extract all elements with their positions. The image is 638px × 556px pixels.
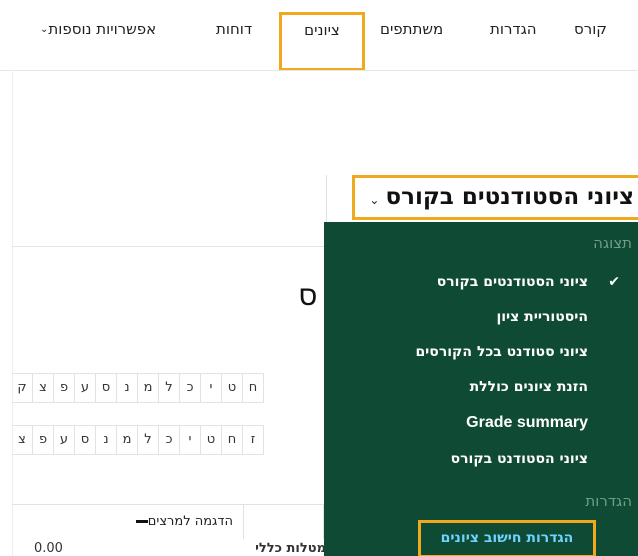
menu-item-grade-summary[interactable]: Grade summary	[466, 414, 588, 432]
initial-letter[interactable]: ק	[12, 373, 33, 403]
content-left-border	[12, 70, 13, 556]
nav-tab-more[interactable]: אפשרויות נוספות⌄	[38, 20, 156, 38]
initial-letter[interactable]: נ	[117, 373, 138, 403]
menu-group-settings-title: הגדרות	[585, 492, 632, 510]
nav-divider	[0, 70, 638, 71]
grade-item-label: מטלות כללי	[255, 541, 326, 556]
initial-letter[interactable]: ע	[75, 373, 96, 403]
page-title: ס	[298, 278, 318, 313]
nav-tab-more-label: אפשרויות נוספות	[48, 20, 157, 38]
category-header-cell[interactable]: הדגמה למרצים	[12, 505, 244, 539]
menu-item-user-report[interactable]: ציוני הסטודנט בקורס	[451, 451, 588, 467]
nav-tab-course[interactable]: קורס	[574, 20, 607, 38]
initial-letter[interactable]: צ	[33, 373, 54, 403]
grader-table-header: הדגמה למרצים 0.00 מטלות כללי	[12, 504, 326, 556]
check-icon: ✔	[608, 274, 620, 290]
initial-letter[interactable]: ס	[75, 425, 96, 455]
nav-tab-reports[interactable]: דוחות	[216, 20, 252, 38]
initial-letter[interactable]: מ	[138, 373, 159, 403]
grade-report-dropdown-menu: תצוגה ✔ ציוני הסטודנטים בקורס היסטוריית …	[324, 222, 638, 556]
initial-letter[interactable]: י	[180, 425, 201, 455]
initial-letter[interactable]: צ	[12, 425, 33, 455]
menu-group-view-title: תצוגה	[593, 234, 632, 252]
menu-item-single-view[interactable]: הזנת ציונים כוללת	[470, 379, 588, 395]
initial-letter[interactable]: פ	[33, 425, 54, 455]
initial-letter[interactable]: ל	[159, 373, 180, 403]
grade-report-selector[interactable]: ציוני הסטודנטים בקורס ⌄	[352, 175, 638, 220]
initial-letter[interactable]: נ	[96, 425, 117, 455]
initial-letter[interactable]: ע	[54, 425, 75, 455]
menu-item-course-grades[interactable]: ציוני הסטודנטים בקורס	[437, 274, 588, 290]
initial-letter[interactable]: ל	[138, 425, 159, 455]
chevron-down-icon: ⌄	[369, 192, 380, 207]
header-empty-cell	[244, 505, 324, 539]
menu-item-grade-calculation-settings[interactable]: הגדרות חישוב ציונים	[418, 520, 596, 556]
initial-letter[interactable]: ס	[96, 373, 117, 403]
menu-item-grade-history[interactable]: היסטוריית ציון	[496, 309, 588, 325]
initial-letter[interactable]: מ	[117, 425, 138, 455]
nav-tab-settings[interactable]: הגדרות	[490, 20, 537, 38]
category-header-label: הדגמה למרצים	[147, 514, 233, 529]
initial-letter[interactable]: ט	[222, 373, 243, 403]
last-name-initials-filter: צ פ ע ס נ מ ל כ י ט ח ז	[12, 425, 264, 455]
initial-letter[interactable]: ט	[201, 425, 222, 455]
section-divider	[12, 246, 324, 247]
menu-item-overview-report[interactable]: ציוני סטודנט בכל הקורסים	[415, 344, 588, 360]
course-navigation: קורס הגדרות משתתפים ציונים דוחות אפשרויו…	[0, 0, 638, 71]
initial-letter[interactable]: פ	[54, 373, 75, 403]
initial-letter[interactable]: ז	[243, 425, 264, 455]
grade-value: 0.00	[34, 541, 63, 556]
nav-tab-participants[interactable]: משתתפים	[380, 20, 443, 38]
initial-letter[interactable]: ח	[243, 373, 264, 403]
initial-letter[interactable]: י	[201, 373, 222, 403]
collapse-icon[interactable]	[135, 520, 148, 523]
grade-report-selector-label: ציוני הסטודנטים בקורס	[385, 184, 634, 210]
initial-letter[interactable]: כ	[180, 373, 201, 403]
initial-letter[interactable]: כ	[159, 425, 180, 455]
initial-letter[interactable]: ח	[222, 425, 243, 455]
first-name-initials-filter: ק צ פ ע ס נ מ ל כ י ט ח	[12, 373, 264, 403]
nav-tab-grades[interactable]: ציונים	[279, 12, 365, 71]
